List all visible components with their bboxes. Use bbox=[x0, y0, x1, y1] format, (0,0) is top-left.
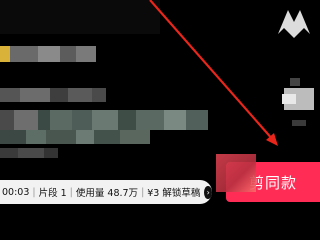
separator: | bbox=[32, 186, 36, 198]
clips-text: 片段 1 bbox=[38, 188, 67, 199]
usage-text: 使用量 48.7万 bbox=[75, 188, 139, 199]
app-logo-icon bbox=[278, 10, 310, 38]
separator: | bbox=[69, 186, 73, 198]
template-info-bar[interactable]: 00:03 | 片段 1 | 使用量 48.7万 | ¥3 解锁草稿 › bbox=[0, 180, 212, 204]
duration-text: 00:03 bbox=[2, 186, 30, 198]
cta-blurred-overlay bbox=[216, 154, 256, 192]
use-template-label: 剪同款 bbox=[248, 173, 297, 192]
text-mosaic-row-4 bbox=[0, 148, 58, 158]
title-mosaic-row bbox=[0, 46, 96, 62]
unlock-draft-text: ¥3 解锁草稿 bbox=[147, 188, 201, 199]
text-mosaic-row-1 bbox=[0, 88, 106, 102]
chevron-right-icon[interactable]: › bbox=[204, 185, 212, 199]
separator: | bbox=[141, 186, 145, 198]
text-mosaic-row-2 bbox=[0, 110, 208, 130]
text-mosaic-row-3 bbox=[0, 130, 150, 144]
top-header-blurred bbox=[0, 0, 160, 34]
side-thumbnail-blurred bbox=[282, 78, 316, 136]
